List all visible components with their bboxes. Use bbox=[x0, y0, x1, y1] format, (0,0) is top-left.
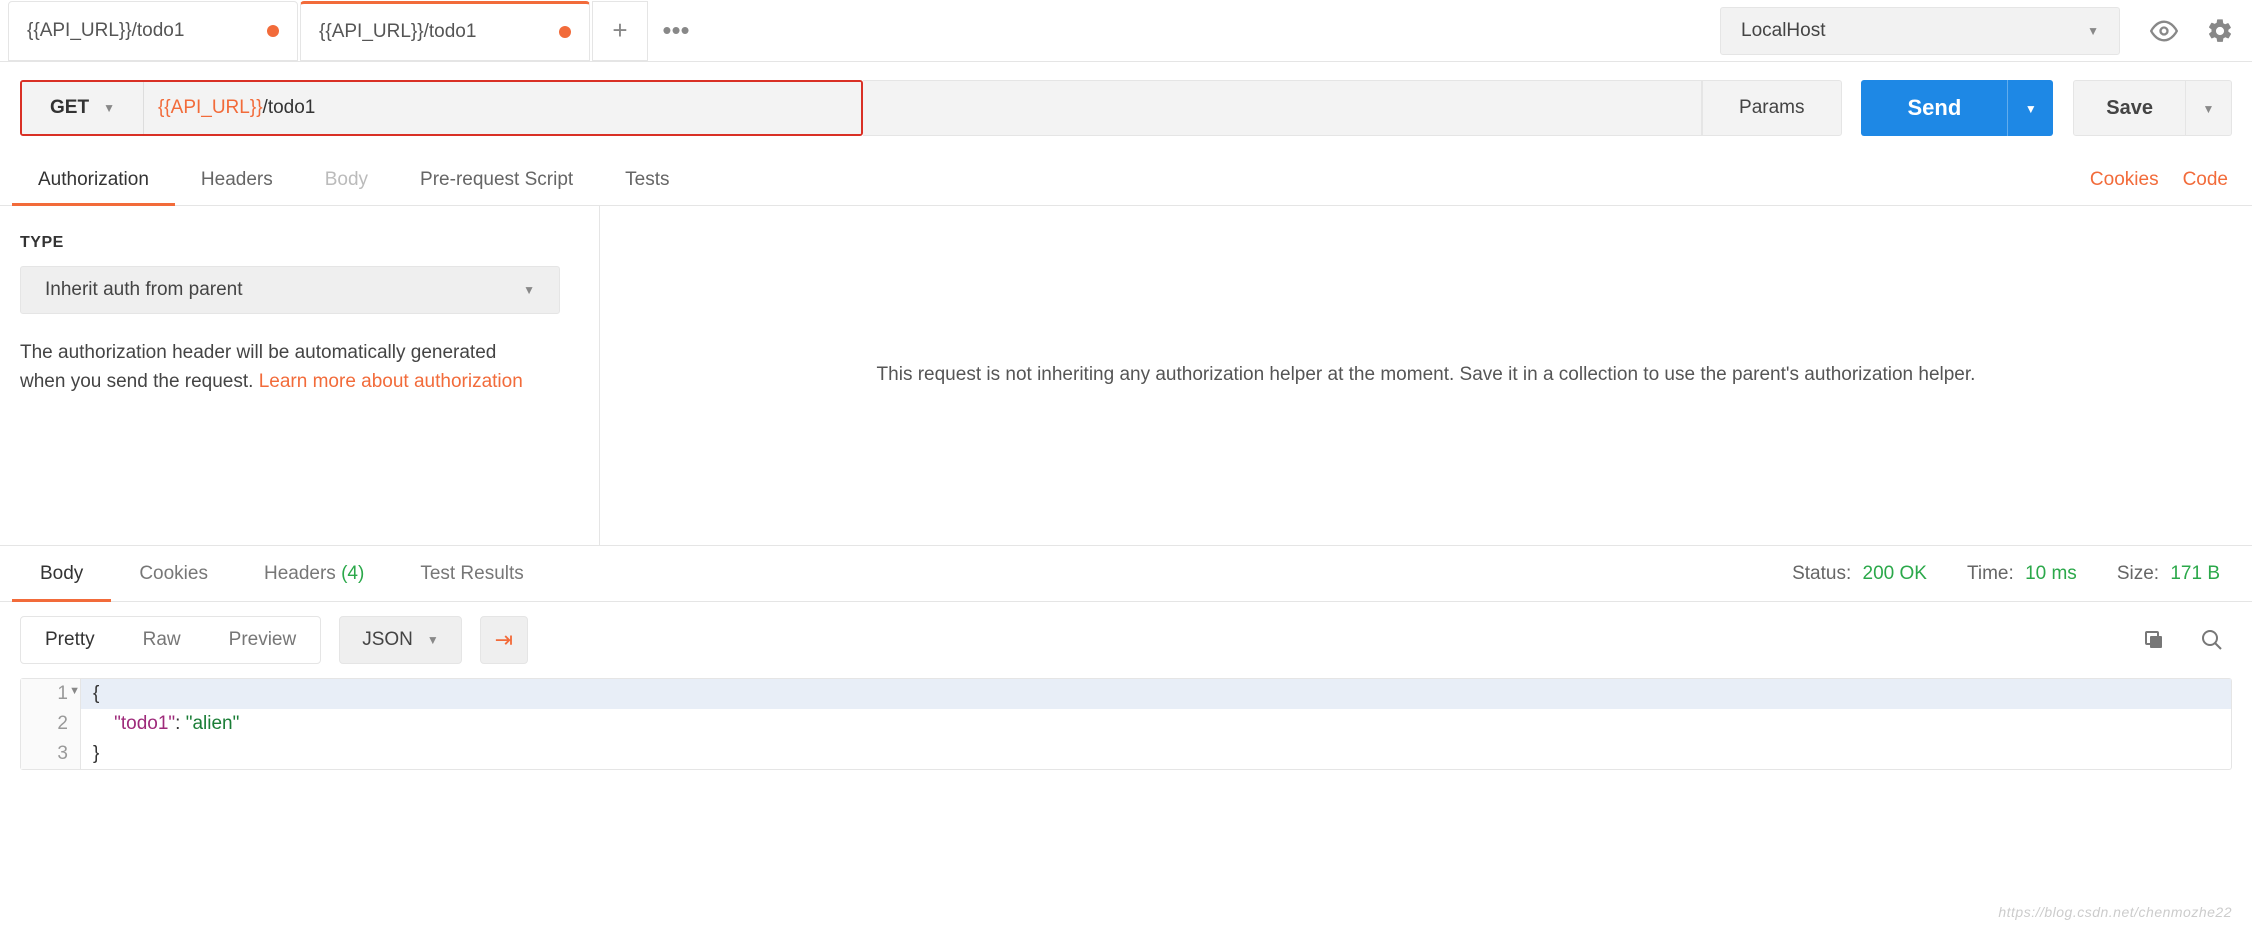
url-variable: {{API_URL}} bbox=[158, 97, 263, 119]
request-tabs-strip: {{API_URL}}/todo1 {{API_URL}}/todo1 + ••… bbox=[8, 1, 1720, 61]
auth-description: The authorization header will be automat… bbox=[20, 338, 540, 397]
request-tab-label: {{API_URL}}/todo1 bbox=[27, 20, 184, 42]
tab-headers[interactable]: Headers bbox=[175, 155, 299, 205]
gear-icon bbox=[2206, 17, 2234, 45]
request-tab-1[interactable]: {{API_URL}}/todo1 bbox=[8, 1, 298, 61]
response-size: Size: 171 B bbox=[2097, 563, 2240, 585]
tab-menu-button[interactable]: ••• bbox=[648, 1, 704, 61]
resp-tab-cookies[interactable]: Cookies bbox=[111, 547, 236, 601]
tab-body[interactable]: Body bbox=[299, 155, 394, 205]
method-url-group: GET ▼ {{API_URL}}/todo1 bbox=[20, 80, 863, 136]
unsaved-dot-icon bbox=[267, 25, 279, 37]
chevron-down-icon: ▼ bbox=[2203, 102, 2215, 116]
body-view-segment: Pretty Raw Preview bbox=[20, 616, 321, 664]
resp-tab-body[interactable]: Body bbox=[12, 547, 111, 601]
response-time: Time: 10 ms bbox=[1947, 563, 2097, 585]
chevron-down-icon: ▼ bbox=[2025, 102, 2037, 116]
chevron-down-icon: ▼ bbox=[2087, 24, 2099, 38]
code-text: { bbox=[81, 679, 111, 709]
plus-icon: + bbox=[612, 15, 627, 46]
http-method-select[interactable]: GET ▼ bbox=[22, 82, 144, 134]
send-dropdown-button[interactable]: ▼ bbox=[2007, 80, 2053, 136]
url-path: /todo1 bbox=[263, 97, 316, 119]
code-link[interactable]: Code bbox=[2171, 169, 2240, 191]
request-tab-2[interactable]: {{API_URL}}/todo1 bbox=[300, 1, 590, 61]
request-row: GET ▼ {{API_URL}}/todo1 Params Send ▼ Sa… bbox=[0, 62, 2252, 154]
tab-authorization[interactable]: Authorization bbox=[12, 155, 175, 205]
auth-left-column: TYPE Inherit auth from parent ▼ The auth… bbox=[0, 206, 600, 545]
request-section-tabs: Authorization Headers Body Pre-request S… bbox=[0, 154, 2252, 206]
settings-button[interactable] bbox=[2196, 7, 2244, 55]
resp-tab-headers[interactable]: Headers (4) bbox=[236, 547, 392, 601]
http-method-value: GET bbox=[50, 97, 89, 119]
authorization-pane: TYPE Inherit auth from parent ▼ The auth… bbox=[0, 206, 2252, 546]
save-dropdown-button[interactable]: ▼ bbox=[2186, 80, 2232, 136]
tab-tests[interactable]: Tests bbox=[599, 155, 695, 205]
chevron-down-icon: ▼ bbox=[523, 283, 535, 297]
line-number: 1▼ bbox=[21, 679, 81, 709]
url-input[interactable]: {{API_URL}}/todo1 bbox=[144, 82, 861, 134]
line-number: 3 bbox=[21, 739, 81, 769]
top-bar: {{API_URL}}/todo1 {{API_URL}}/todo1 + ••… bbox=[0, 0, 2252, 62]
response-body-toolbar: Pretty Raw Preview JSON ▼ ⇥ bbox=[0, 602, 2252, 678]
send-button[interactable]: Send bbox=[1861, 80, 2007, 136]
params-button[interactable]: Params bbox=[1702, 80, 1841, 136]
search-response-button[interactable] bbox=[2192, 620, 2232, 660]
code-text: } bbox=[81, 739, 111, 769]
auth-type-value: Inherit auth from parent bbox=[45, 279, 243, 301]
cookies-link[interactable]: Cookies bbox=[2078, 169, 2171, 191]
wrap-lines-button[interactable]: ⇥ bbox=[480, 616, 528, 664]
fold-icon[interactable]: ▼ bbox=[69, 685, 80, 697]
code-line: 2 "todo1": "alien" bbox=[21, 709, 2231, 739]
auth-type-select[interactable]: Inherit auth from parent ▼ bbox=[20, 266, 560, 314]
response-status: Status: 200 OK bbox=[1772, 563, 1947, 585]
search-icon bbox=[2200, 628, 2224, 652]
wrap-icon: ⇥ bbox=[495, 627, 513, 653]
save-button[interactable]: Save bbox=[2073, 80, 2186, 136]
save-group: Save ▼ bbox=[2073, 80, 2232, 136]
copy-icon bbox=[2142, 628, 2166, 652]
auth-type-label: TYPE bbox=[20, 234, 579, 252]
chevron-down-icon: ▼ bbox=[427, 633, 439, 647]
auth-right-message: This request is not inheriting any autho… bbox=[600, 206, 2252, 545]
eye-icon bbox=[2150, 17, 2178, 45]
view-preview[interactable]: Preview bbox=[205, 617, 321, 663]
new-tab-button[interactable]: + bbox=[592, 1, 648, 61]
unsaved-dot-icon bbox=[559, 26, 571, 38]
view-raw[interactable]: Raw bbox=[119, 617, 205, 663]
environment-quicklook-button[interactable] bbox=[2140, 7, 2188, 55]
url-extension[interactable] bbox=[863, 80, 1703, 136]
learn-more-link[interactable]: Learn more about authorization bbox=[259, 371, 523, 392]
tab-pre-request-script[interactable]: Pre-request Script bbox=[394, 155, 599, 205]
resp-tab-test-results[interactable]: Test Results bbox=[392, 547, 551, 601]
url-container: GET ▼ {{API_URL}}/todo1 Params bbox=[20, 80, 1841, 136]
environment-selected: LocalHost bbox=[1741, 20, 1826, 42]
body-format-select[interactable]: JSON ▼ bbox=[339, 616, 462, 664]
response-body-code[interactable]: 1▼ { 2 "todo1": "alien" 3 } bbox=[20, 678, 2232, 770]
response-tabs: Body Cookies Headers (4) Test Results St… bbox=[0, 546, 2252, 602]
watermark: https://blog.csdn.net/chenmozhe22 bbox=[1998, 904, 2232, 920]
request-tab-label: {{API_URL}}/todo1 bbox=[319, 21, 476, 43]
code-line: 3 } bbox=[21, 739, 2231, 769]
environment-select[interactable]: LocalHost ▼ bbox=[1720, 7, 2120, 55]
view-pretty[interactable]: Pretty bbox=[21, 617, 119, 663]
code-text: "todo1": "alien" bbox=[81, 709, 251, 739]
line-number: 2 bbox=[21, 709, 81, 739]
ellipsis-icon: ••• bbox=[662, 15, 689, 46]
code-line: 1▼ { bbox=[21, 679, 2231, 709]
chevron-down-icon: ▼ bbox=[103, 101, 115, 115]
send-group: Send ▼ bbox=[1861, 80, 2053, 136]
copy-response-button[interactable] bbox=[2134, 620, 2174, 660]
